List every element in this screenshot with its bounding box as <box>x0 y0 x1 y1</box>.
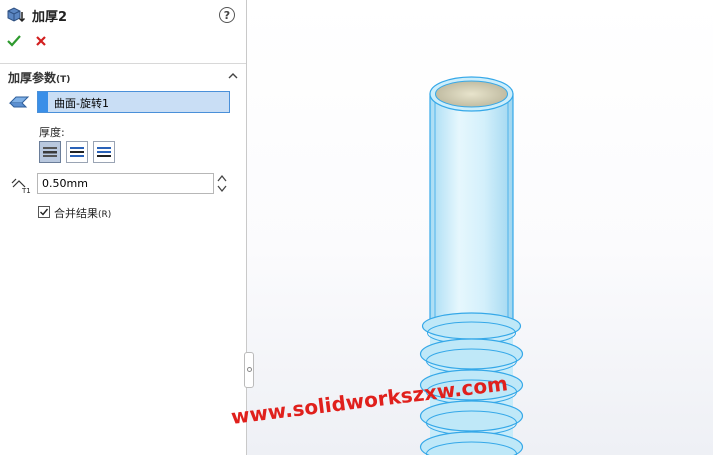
panel-resize-handle[interactable] <box>244 352 254 388</box>
thicken-both-icon <box>70 147 84 157</box>
thickness-t1-icon: T1 <box>11 178 31 195</box>
thicken-both-sides-button[interactable] <box>66 141 88 163</box>
chevron-up-icon[interactable] <box>228 71 238 81</box>
ok-check-icon[interactable] <box>6 33 22 49</box>
feature-title-row: 加厚2 <box>6 5 67 25</box>
face-selection-box[interactable]: 曲面-旋转1 <box>37 91 230 113</box>
property-manager-panel: 加厚2 ? 加厚参数(T) 曲面-旋转1 厚度: T1 0.50mm 合并结果(… <box>0 0 246 455</box>
cancel-x-icon[interactable] <box>33 33 49 49</box>
group-hotkey: (T) <box>56 75 71 85</box>
thicken-side2-button[interactable] <box>93 141 115 163</box>
svg-text:T1: T1 <box>21 187 31 195</box>
selection-color-swatch <box>38 92 48 112</box>
thicken-side1-icon <box>43 147 57 157</box>
thickness-direction-label: 厚度: <box>39 126 65 139</box>
chevron-up-icon[interactable] <box>217 174 227 182</box>
merge-result-text: 合并结果 <box>54 207 98 220</box>
merge-result-checkbox[interactable] <box>38 206 50 218</box>
merge-hotkey: (R) <box>98 210 112 220</box>
face-selection-icon <box>8 96 30 108</box>
thread-coils <box>419 312 524 455</box>
grip-dot <box>247 367 252 372</box>
selected-face-item[interactable]: 曲面-旋转1 <box>54 95 109 111</box>
feature-title: 加厚2 <box>32 9 68 25</box>
thicken-feature-icon <box>7 7 26 23</box>
group-title[interactable]: 加厚参数(T) <box>8 69 70 86</box>
merge-result-label[interactable]: 合并结果(R) <box>54 205 111 221</box>
thicken-side2-icon <box>97 147 111 157</box>
tube-body <box>429 76 514 327</box>
separator <box>0 63 246 64</box>
checkmark-icon <box>40 208 49 216</box>
thicken-side1-button[interactable] <box>39 141 61 163</box>
3d-model-view <box>419 76 524 455</box>
thickness-spinner[interactable] <box>216 173 228 194</box>
graphics-viewport[interactable] <box>247 0 713 455</box>
help-icon[interactable]: ? <box>219 7 235 23</box>
group-title-text: 加厚参数 <box>8 71 57 85</box>
thickness-input[interactable]: 0.50mm <box>37 173 214 194</box>
chevron-down-icon[interactable] <box>217 185 227 193</box>
